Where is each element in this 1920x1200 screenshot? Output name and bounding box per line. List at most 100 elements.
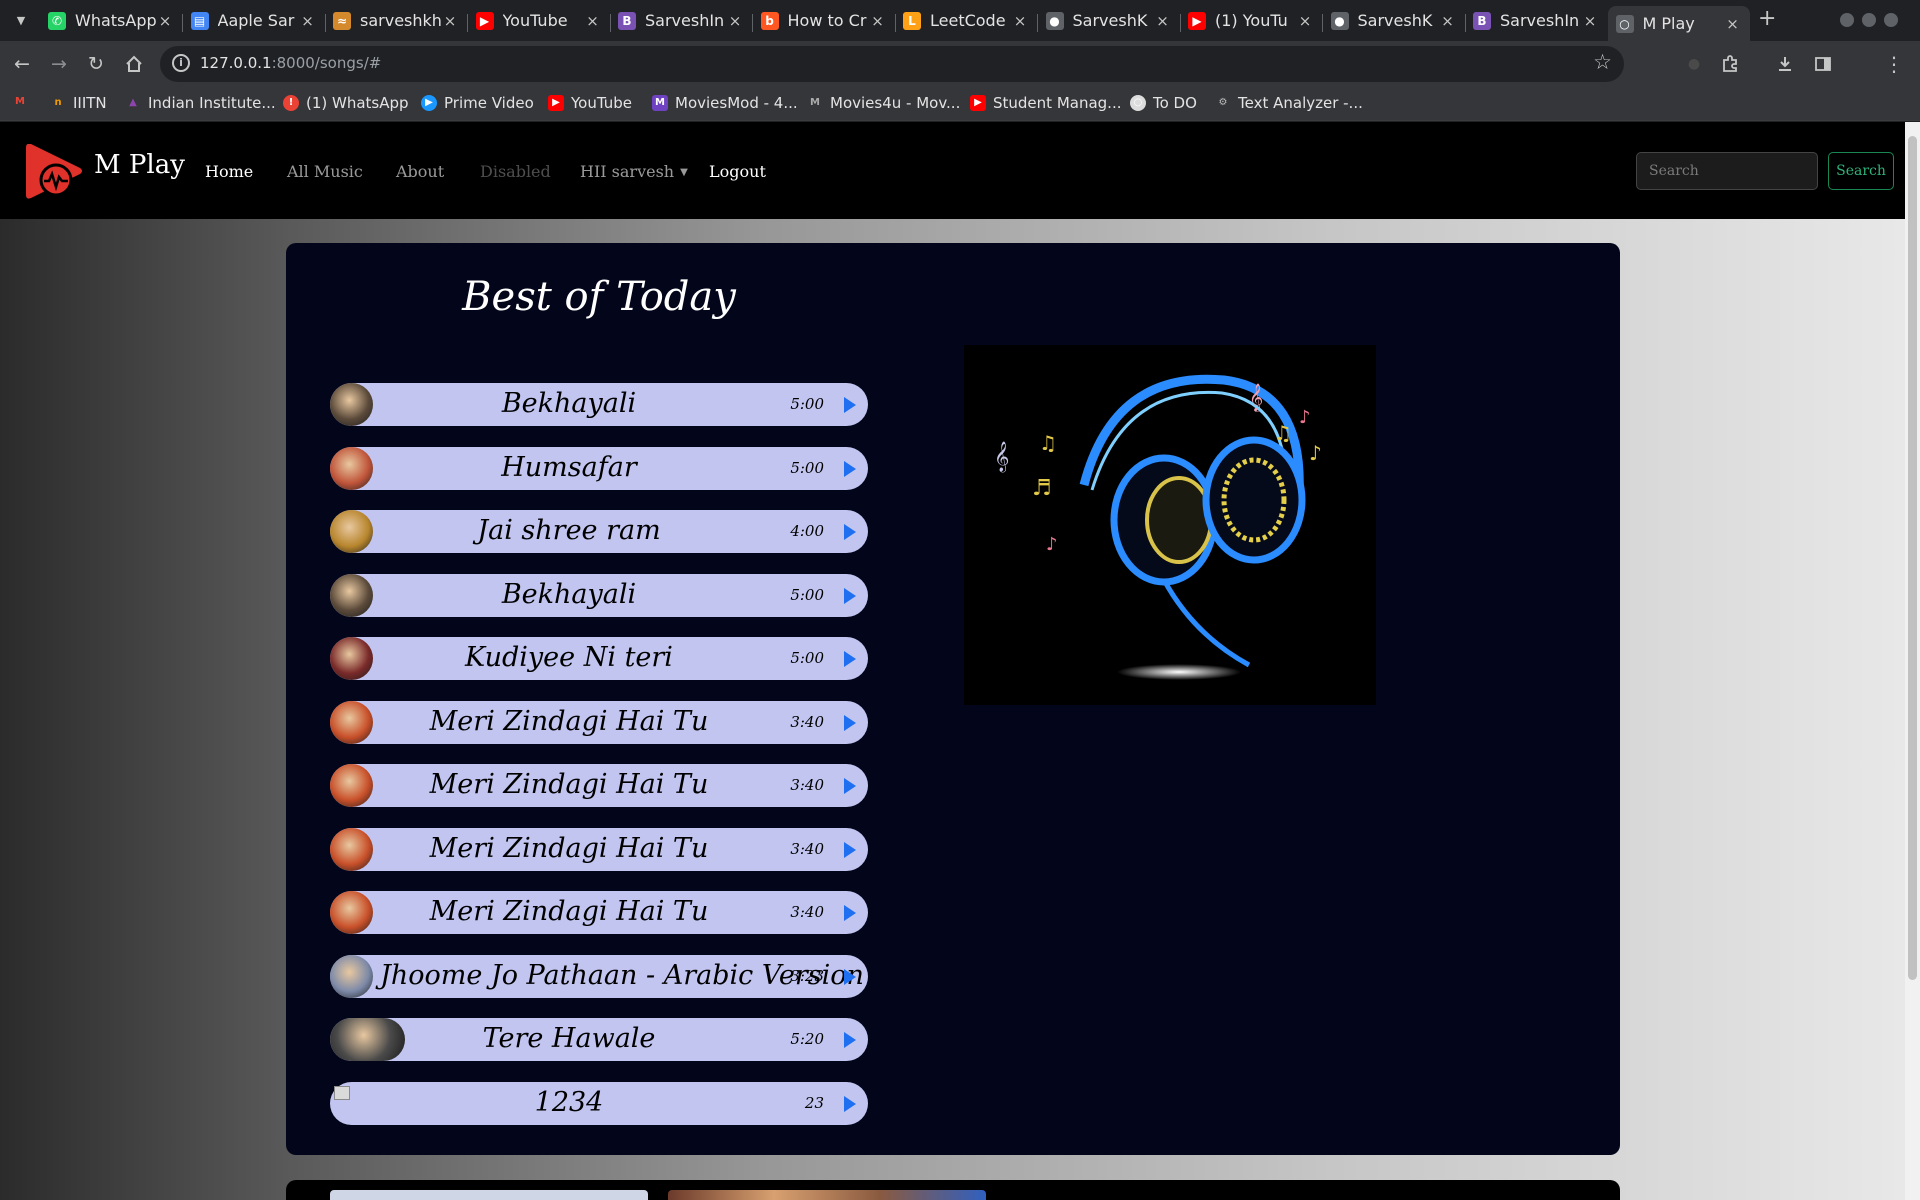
song-row[interactable]: Humsafar 5:00 [330,446,868,490]
reload-icon[interactable]: ↻ [83,51,109,77]
play-icon[interactable] [844,587,856,604]
tab-close-icon[interactable]: × [1296,12,1314,30]
bookmark-star-icon[interactable]: ☆ [1593,50,1612,74]
song-title[interactable]: Tere Hawale [380,1018,758,1061]
close-window-button[interactable] [1884,13,1898,27]
bookmark-item[interactable]: M MoviesMod - 4... [652,94,798,112]
tab-close-icon[interactable]: × [869,12,887,30]
scrollbar-thumb[interactable] [1908,136,1917,980]
song-row[interactable]: Meri Zindagi Hai Tu 3:40 [330,891,868,934]
tab-close-icon[interactable]: × [156,12,174,30]
song-title[interactable]: Meri Zindagi Hai Tu [380,764,758,807]
bookmark-item[interactable]: ▶ Prime Video [421,94,534,112]
play-icon[interactable] [844,1095,856,1112]
song-title[interactable]: Meri Zindagi Hai Tu [380,701,758,744]
bookmark-item[interactable]: n IIITN [50,94,106,112]
browser-tab[interactable]: ≈ sarveshkh × [325,6,467,35]
bookmark-item[interactable]: M Movies4u - Mov... [807,94,960,112]
extension-dark-icon[interactable]: ● [1681,51,1707,77]
browser-tab[interactable]: ● SarveshK × [1038,6,1180,35]
nav-link-hii-sarvesh[interactable]: HII sarvesh ▼ [580,162,688,181]
new-tab-button[interactable]: + [1758,6,1776,31]
play-icon[interactable] [844,397,856,413]
browser-tab[interactable]: b How to Cr × [753,6,895,35]
nav-link-all-music[interactable]: All Music [287,162,363,181]
browser-tab[interactable]: ▶ YouTube × [468,6,610,35]
extensions-puzzle-icon[interactable] [1717,51,1743,77]
browser-tab[interactable]: ▤ Aaple Sar × [183,6,325,35]
browser-tab[interactable]: B SarveshIn × [610,6,752,35]
bookmark-item[interactable]: M [12,94,35,110]
song-title[interactable]: Jai shree ram [380,510,758,553]
tab-close-icon[interactable]: × [441,12,459,30]
song-title[interactable]: Bekhayali [380,383,758,426]
browser-tab[interactable]: L LeetCode × [895,6,1037,35]
nav-link-logout[interactable]: Logout [709,162,766,181]
song-title[interactable]: Meri Zindagi Hai Tu [380,891,758,934]
download-icon[interactable] [1772,51,1798,77]
play-icon[interactable] [844,1032,856,1048]
play-icon[interactable] [844,778,856,794]
play-icon[interactable] [844,460,856,477]
brand-name[interactable]: M Play [94,150,185,180]
side-panel-icon[interactable] [1810,51,1836,77]
next-section-card[interactable] [330,1190,648,1200]
play-icon[interactable] [844,841,856,858]
maximize-window-button[interactable] [1862,13,1876,27]
song-row[interactable]: Bekhayali 5:00 [330,383,868,426]
bookmark-item[interactable]: ⚙ Text Analyzer -... [1215,94,1363,112]
song-title[interactable]: Kudiyee Ni teri [380,637,758,680]
forward-arrow-icon[interactable]: → [46,51,72,77]
play-icon[interactable] [844,524,856,540]
tab-close-icon[interactable]: × [1011,12,1029,30]
browser-tab[interactable]: ○ M Play × [1607,6,1750,41]
song-row[interactable]: Kudiyee Ni teri 5:00 [330,637,868,680]
song-title[interactable]: Meri Zindagi Hai Tu [380,828,758,871]
tab-close-icon[interactable]: × [1724,15,1742,33]
tab-close-icon[interactable]: × [1439,12,1457,30]
address-bar[interactable]: i 127.0.0.1:8000/songs/# ☆ [160,46,1624,82]
tab-search-chevron-icon[interactable]: ▼ [10,10,32,32]
tab-close-icon[interactable]: × [584,12,602,30]
next-section-card[interactable] [668,1190,986,1200]
minimize-window-button[interactable] [1840,13,1854,27]
search-input[interactable] [1636,152,1818,190]
tab-close-icon[interactable]: × [726,12,744,30]
song-row[interactable]: Bekhayali 5:00 [330,573,868,617]
song-row[interactable]: Jhoome Jo Pathaan - Arabic Version 3:23 [330,954,868,998]
menu-dots-icon[interactable]: ⋮ [1881,51,1907,77]
tab-close-icon[interactable]: × [299,12,317,30]
browser-tab[interactable]: ✆ WhatsApp × [40,6,182,35]
bookmark-item[interactable]: ○ To DO [1130,94,1197,112]
nav-link-about[interactable]: About [396,162,444,181]
browser-tab[interactable]: ● SarveshK × [1323,6,1465,35]
url-text[interactable]: 127.0.0.1:8000/songs/# [200,54,381,72]
site-info-icon[interactable]: i [172,54,190,72]
song-row[interactable]: 1234 23 [330,1081,868,1125]
song-title[interactable]: 1234 [380,1082,758,1125]
bookmark-item[interactable]: ▲ Indian Institute... [125,94,276,112]
search-button[interactable]: Search [1828,152,1894,190]
bookmark-item[interactable]: ! (1) WhatsApp [283,94,409,112]
tab-close-icon[interactable]: × [1581,12,1599,30]
song-title[interactable]: Bekhayali [380,574,758,617]
browser-tab[interactable]: ▶ (1) YouTu × [1180,6,1322,35]
song-row[interactable]: Jai shree ram 4:00 [330,510,868,553]
song-row[interactable]: Meri Zindagi Hai Tu 3:40 [330,700,868,744]
m-play-logo[interactable] [22,140,85,203]
song-row[interactable]: Tere Hawale 5:20 [330,1018,868,1061]
play-icon[interactable] [844,651,856,667]
tab-close-icon[interactable]: × [1154,12,1172,30]
nav-link-home[interactable]: Home [205,162,253,181]
back-arrow-icon[interactable]: ← [9,51,35,77]
song-row[interactable]: Meri Zindagi Hai Tu 3:40 [330,827,868,871]
song-title[interactable]: Humsafar [380,447,758,490]
song-title[interactable]: Jhoome Jo Pathaan - Arabic Version [380,955,864,998]
play-icon[interactable] [844,905,856,921]
play-icon[interactable] [844,714,856,731]
song-row[interactable]: Meri Zindagi Hai Tu 3:40 [330,764,868,807]
browser-tab[interactable]: B SarveshIn × [1465,6,1607,35]
home-icon[interactable] [121,51,147,77]
page-scrollbar[interactable] [1905,122,1920,1200]
bookmark-item[interactable]: ▶ YouTube [548,94,632,112]
